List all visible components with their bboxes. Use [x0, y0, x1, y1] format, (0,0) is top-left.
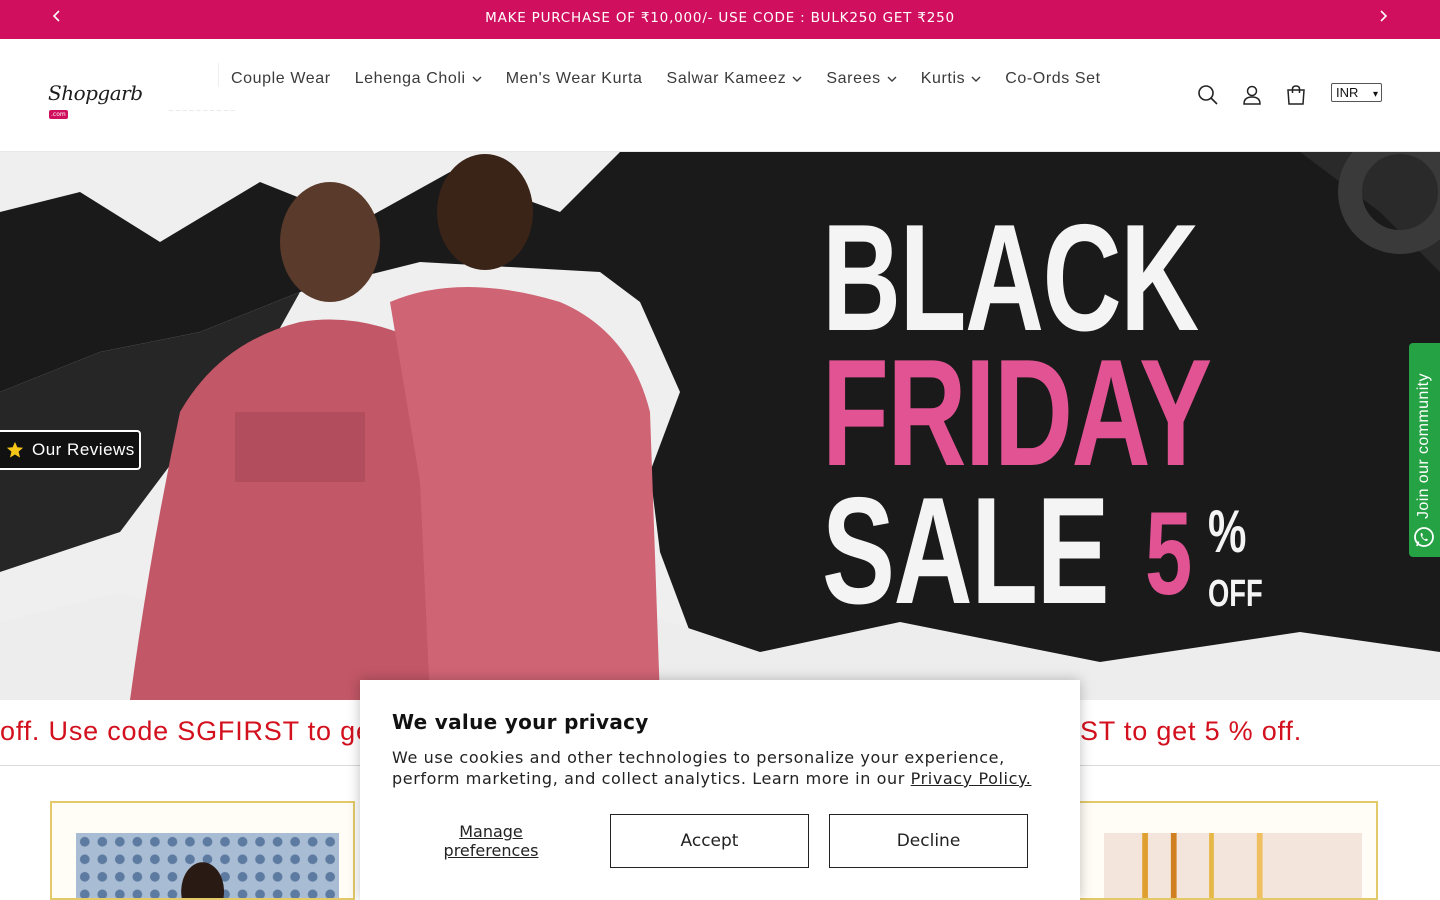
marquee-text-right: ST to get 5 % off. — [1080, 716, 1303, 746]
cookie-title: We value your privacy — [392, 710, 649, 734]
cookie-body: We use cookies and other technologies to… — [392, 747, 1052, 789]
hero-percent-symbol: % — [1208, 498, 1247, 565]
nav-label: Sarees — [826, 70, 881, 87]
product-tile[interactable] — [1078, 801, 1378, 900]
hero-off: OFF — [1208, 573, 1263, 615]
main-nav: Couple Wear Lehenga Choli Men's Wear Kur… — [231, 70, 1125, 88]
logo[interactable]: Shopgarb .com — [48, 81, 158, 119]
site-header: Shopgarb .com ~~~~~~~~~~ Couple Wear Lehe… — [0, 39, 1440, 152]
nav-salwar-kameez[interactable]: Salwar Kameez — [667, 70, 803, 88]
privacy-policy-link[interactable]: Privacy Policy. — [911, 769, 1032, 788]
cookie-body-line-2: perform marketing, and collect analytics… — [392, 769, 911, 788]
chevron-down-icon: ▾ — [1372, 89, 1378, 100]
currency-select[interactable]: INR ▾ — [1331, 83, 1382, 102]
header-divider — [218, 63, 219, 87]
nav-label: Co-Ords Set — [1005, 70, 1101, 87]
nav-co-ords-set[interactable]: Co-Ords Set — [1005, 70, 1101, 88]
nav-couple-wear[interactable]: Couple Wear — [231, 70, 331, 88]
logo-tagline-faded: ~~~~~~~~~~ — [168, 107, 237, 115]
chevron-down-icon — [472, 76, 482, 82]
hero-banner[interactable]: BLACK FRIDAY SALE 5 % OFF — [0, 152, 1440, 700]
announcement-message: MAKE PURCHASE OF ₹10,000/- USE CODE : BU… — [485, 10, 955, 26]
cookie-consent-dialog: We value your privacy We use cookies and… — [360, 680, 1080, 900]
cart-icon[interactable] — [1285, 84, 1307, 106]
community-tab[interactable]: Join our community — [1409, 343, 1440, 557]
star-icon — [6, 441, 24, 458]
logo-badge: .com — [49, 110, 68, 119]
product-tile[interactable] — [50, 801, 355, 900]
currency-value: INR — [1336, 85, 1359, 100]
hero-line-3: SALE — [822, 466, 1110, 636]
nav-label: Salwar Kameez — [666, 70, 787, 87]
accept-button[interactable]: Accept — [610, 814, 809, 868]
community-label: Join our community — [1415, 373, 1432, 519]
chevron-down-icon — [971, 76, 981, 82]
nav-mens-wear-kurta[interactable]: Men's Wear Kurta — [506, 70, 643, 88]
logo-wordmark: Shopgarb — [48, 81, 143, 105]
nav-label: Couple Wear — [231, 70, 331, 87]
chevron-right-icon[interactable] — [1373, 10, 1393, 28]
nav-label: Men's Wear Kurta — [505, 70, 643, 87]
reviews-label: Our Reviews — [32, 440, 135, 459]
search-icon[interactable] — [1197, 84, 1219, 106]
product-image — [76, 833, 339, 898]
whatsapp-icon — [1414, 527, 1434, 547]
decline-button[interactable]: Decline — [829, 814, 1028, 868]
nav-lehenga-choli[interactable]: Lehenga Choli — [355, 70, 482, 88]
chevron-down-icon — [792, 76, 802, 82]
manage-preferences-link[interactable]: Manage preferences — [416, 822, 566, 860]
manage-label-2: preferences — [443, 841, 539, 860]
nav-label: Lehenga Choli — [354, 70, 466, 87]
marquee-text-left: off. Use code SGFIRST to get — [0, 716, 381, 746]
nav-label: Kurtis — [920, 70, 966, 87]
manage-label-1: Manage — [459, 822, 523, 841]
product-image — [1104, 833, 1362, 898]
hero-background — [0, 152, 1440, 700]
nav-kurtis[interactable]: Kurtis — [921, 70, 982, 88]
account-icon[interactable] — [1241, 84, 1263, 106]
reviews-tab[interactable]: Our Reviews — [0, 430, 141, 470]
hero-percent: 5 — [1145, 488, 1193, 620]
nav-sarees[interactable]: Sarees — [826, 70, 897, 88]
cookie-body-line-1: We use cookies and other technologies to… — [392, 748, 1005, 767]
chevron-down-icon — [887, 76, 897, 82]
announcement-bar: MAKE PURCHASE OF ₹10,000/- USE CODE : BU… — [0, 0, 1440, 39]
